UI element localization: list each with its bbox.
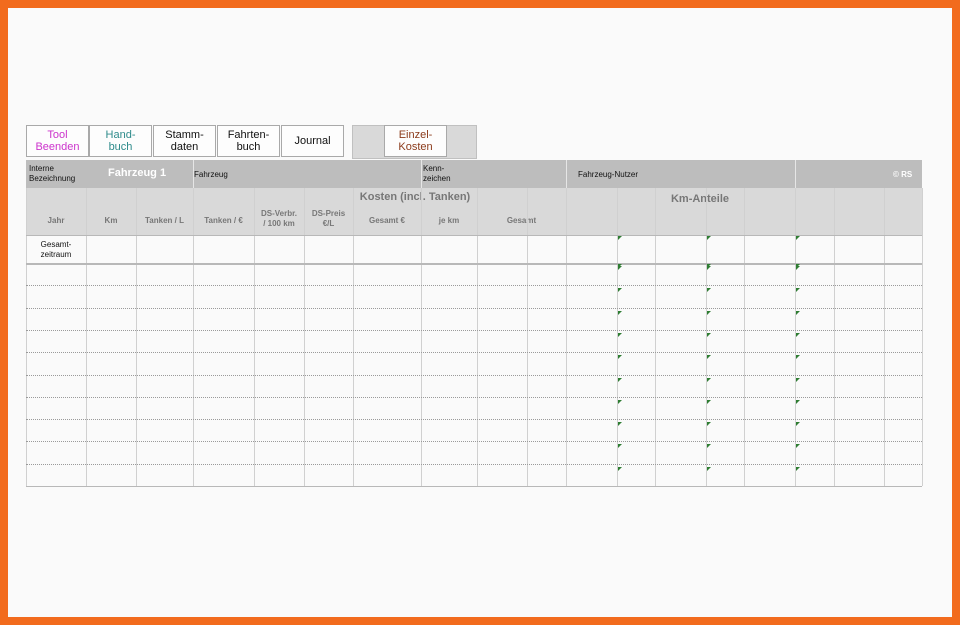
comment-marker-icon — [618, 444, 622, 449]
grid-row-line — [26, 352, 922, 354]
col-tanken-l: Tanken / L — [145, 216, 184, 225]
comment-marker-icon — [707, 444, 711, 449]
fahrtenbuch-button[interactable]: Fahrten- buch — [217, 125, 280, 157]
grid-column-line — [566, 160, 567, 188]
stammdaten-button[interactable]: Stamm- daten — [153, 125, 216, 157]
grid-column-line — [421, 160, 422, 188]
einzelkosten-label: Einzel- Kosten — [398, 129, 433, 153]
col-gesamt: Gesamt — [506, 216, 537, 225]
comment-marker-icon — [796, 355, 800, 360]
comment-marker-icon — [618, 466, 622, 471]
comment-marker-icon — [796, 236, 800, 240]
grid-row-line — [26, 307, 922, 309]
comment-marker-icon — [796, 266, 800, 270]
grid-row-line — [26, 463, 922, 465]
fahrzeug-label: Fahrzeug — [194, 170, 228, 179]
comment-marker-icon — [707, 266, 711, 270]
page-frame — [8, 8, 952, 617]
comment-marker-icon — [618, 236, 622, 240]
grid-column-line — [795, 160, 796, 188]
comment-marker-icon — [796, 332, 800, 337]
grid-column-line — [193, 160, 194, 188]
col-tanken-eur: Tanken / € — [204, 216, 243, 225]
col-ds-preis: DS-Preis €/L — [311, 209, 346, 228]
comment-marker-icon — [618, 288, 622, 293]
stammdaten-label: Stamm- daten — [165, 129, 204, 153]
comment-marker-icon — [707, 466, 711, 471]
comment-marker-icon — [618, 266, 622, 270]
comment-marker-icon — [707, 236, 711, 240]
comment-marker-icon — [796, 377, 800, 382]
grid-row-line — [26, 235, 922, 236]
comment-marker-icon — [796, 399, 800, 404]
grid-row-line — [26, 329, 922, 331]
grid-row-line — [26, 263, 922, 265]
grid-row-line — [26, 285, 922, 287]
fahrzeug-nutzer-label: Fahrzeug-Nutzer — [578, 170, 639, 179]
comment-marker-icon — [796, 288, 800, 293]
comment-marker-icon — [707, 288, 711, 293]
tool-beenden-label: Tool Beenden — [35, 129, 80, 153]
grid-row-line — [26, 441, 922, 443]
col-je-km: je km — [438, 216, 460, 225]
comment-marker-icon — [707, 422, 711, 427]
grid-column-line — [922, 188, 923, 486]
tool-beenden-button[interactable]: Tool Beenden — [26, 125, 89, 157]
gesamtzeitraum-label: Gesamt- zeitraum — [40, 240, 72, 259]
grid-row-line — [26, 419, 922, 421]
handbuch-label: Hand- buch — [105, 129, 136, 153]
col-km: Km — [104, 216, 118, 225]
journal-label: Journal — [294, 135, 331, 147]
comment-marker-icon — [618, 422, 622, 427]
comment-marker-icon — [707, 355, 711, 360]
col-ds-verbr: DS-Verbr. / 100 km — [260, 209, 297, 228]
km-anteile-group-header: Km-Anteile — [670, 193, 730, 205]
comment-marker-icon — [796, 444, 800, 449]
kosten-group-header: Kosten (incl. Tanken) — [359, 191, 471, 203]
copyright-label: © RS — [893, 170, 913, 179]
grid-row-line — [26, 396, 922, 398]
handbuch-button[interactable]: Hand- buch — [89, 125, 152, 157]
interne-bezeichnung-label: Interne Bezeichnung — [29, 164, 76, 183]
grid-row-line — [26, 374, 922, 376]
einzelkosten-button[interactable]: Einzel- Kosten — [384, 125, 447, 157]
comment-marker-icon — [796, 422, 800, 427]
vehicle-name[interactable]: Fahrzeug 1 — [108, 168, 166, 179]
kennzeichen-label: Kenn- zeichen — [423, 164, 451, 183]
comment-marker-icon — [707, 377, 711, 382]
comment-marker-icon — [618, 355, 622, 360]
fahrtenbuch-label: Fahrten- buch — [227, 129, 270, 153]
col-gesamt-eur: Gesamt € — [368, 216, 406, 225]
comment-marker-icon — [618, 310, 622, 315]
comment-marker-icon — [707, 310, 711, 315]
comment-marker-icon — [707, 399, 711, 404]
comment-marker-icon — [796, 310, 800, 315]
journal-button[interactable]: Journal — [281, 125, 344, 157]
comment-marker-icon — [618, 377, 622, 382]
col-jahr: Jahr — [47, 216, 65, 225]
grid-row-line — [26, 486, 922, 487]
comment-marker-icon — [618, 399, 622, 404]
comment-marker-icon — [796, 466, 800, 471]
comment-marker-icon — [618, 332, 622, 337]
comment-marker-icon — [707, 332, 711, 337]
